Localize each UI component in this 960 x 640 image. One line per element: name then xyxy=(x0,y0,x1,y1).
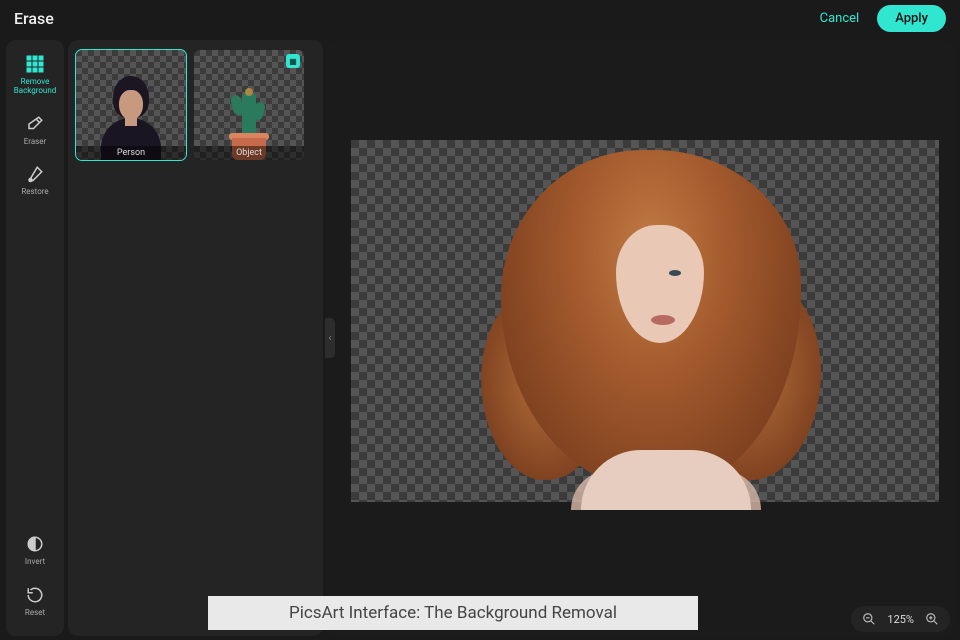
option-person[interactable]: Person xyxy=(76,50,186,160)
top-bar: Erase Cancel Apply xyxy=(0,0,960,36)
cancel-button[interactable]: Cancel xyxy=(820,11,860,26)
zoom-controls: 125% xyxy=(851,606,950,632)
option-label: Person xyxy=(76,146,186,160)
preview-canvas[interactable] xyxy=(351,140,939,502)
invert-icon xyxy=(25,534,45,554)
tool-label: Remove Background xyxy=(14,78,57,96)
zoom-out-button[interactable] xyxy=(861,611,877,627)
options-panel: Person ▦ Object xyxy=(68,40,323,636)
apply-button[interactable]: Apply xyxy=(877,5,946,32)
tool-reset[interactable]: Reset xyxy=(25,585,45,618)
tool-invert[interactable]: Invert xyxy=(25,534,45,567)
top-actions: Cancel Apply xyxy=(820,5,946,32)
zoom-value: 125% xyxy=(887,613,914,626)
collapse-panel-button[interactable]: ‹ xyxy=(325,318,335,358)
tool-restore[interactable]: Restore xyxy=(21,164,48,197)
caption-overlay: PicsArt Interface: The Background Remova… xyxy=(208,596,698,630)
option-object[interactable]: ▦ Object xyxy=(194,50,304,160)
tool-label: Reset xyxy=(25,609,45,618)
canvas-area: ‹ xyxy=(327,40,954,636)
panel-title: Erase xyxy=(14,9,54,28)
person-thumbnail xyxy=(76,50,186,160)
tool-label: Invert xyxy=(25,558,45,567)
subject-image xyxy=(461,130,841,510)
object-thumbnail xyxy=(194,50,304,160)
tool-label: Restore xyxy=(21,188,48,197)
tool-label: Eraser xyxy=(24,138,47,147)
tool-remove-background[interactable]: Remove Background xyxy=(14,54,57,96)
tool-eraser[interactable]: Eraser xyxy=(24,114,47,147)
tool-rail: Remove Background Eraser Restore Invert xyxy=(6,40,64,636)
reset-icon xyxy=(25,585,45,605)
eraser-icon xyxy=(25,114,45,134)
brush-icon xyxy=(25,164,45,184)
zoom-in-button[interactable] xyxy=(924,611,940,627)
workspace: Remove Background Eraser Restore Invert xyxy=(0,36,960,640)
grid-icon xyxy=(25,54,45,74)
option-label: Object xyxy=(194,146,304,160)
